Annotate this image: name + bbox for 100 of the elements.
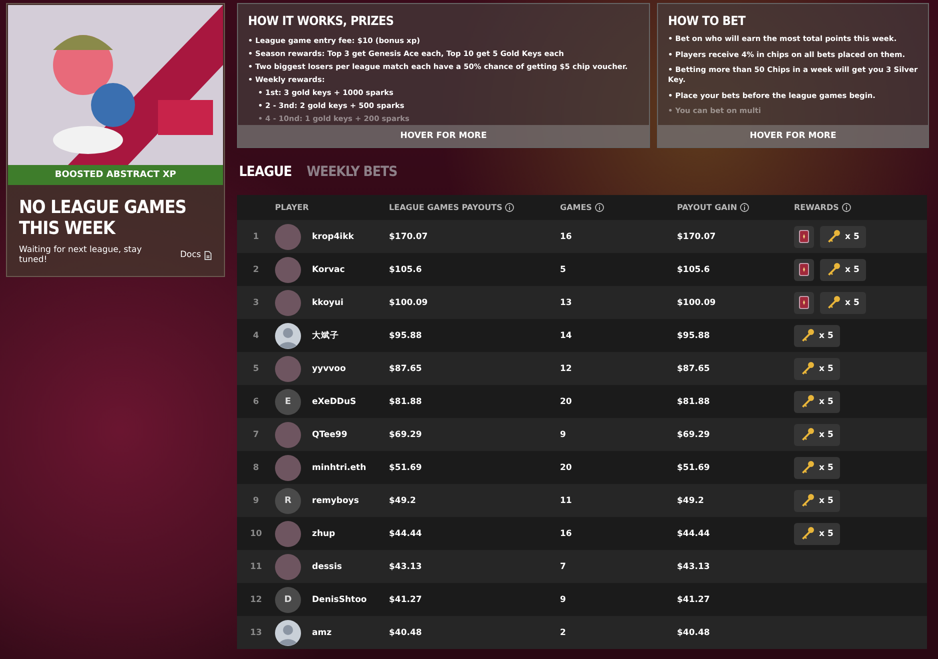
rank-cell-text: 9: [252, 496, 260, 506]
card-icon: [799, 263, 809, 276]
key-icon: [801, 329, 814, 342]
rank-cell-text: 11: [249, 562, 263, 572]
key-icon: [801, 362, 814, 375]
key-icon: [801, 494, 814, 507]
column-header: REWARDS: [794, 203, 839, 212]
key-count: x 5: [819, 462, 834, 472]
payout-cell-text: $43.13: [389, 562, 423, 572]
payout-cell-text: $41.27: [389, 594, 423, 604]
avatar: [275, 454, 301, 480]
rank-cell-text: 3: [252, 298, 260, 308]
gain-cell-text: $100.09: [677, 298, 717, 308]
gain-cell-text: $49.2: [677, 496, 705, 506]
payout-cell-text: $49.2: [389, 496, 417, 506]
avatar: [275, 256, 301, 282]
key-icon: [801, 428, 814, 441]
gain-cell-text: $170.07: [677, 232, 717, 242]
tab[interactable]: LEAGUE: [239, 164, 292, 180]
rank-cell-text: 12: [249, 594, 263, 604]
gain-cell-text: $87.65: [677, 364, 711, 374]
payout-cell-text: $170.07: [389, 232, 429, 242]
player-name: zhup: [312, 528, 336, 538]
key-icon: [801, 527, 814, 540]
rank-cell-text: 4: [252, 330, 260, 340]
gain-cell-text: $69.29: [677, 430, 711, 440]
gain-cell-text: $51.69: [677, 462, 711, 472]
key-count: x 5: [819, 430, 834, 440]
card-title: NO LEAGUE GAMES THIS WEEK: [19, 197, 188, 239]
payout-cell-text: $95.88: [389, 330, 423, 340]
avatar: [275, 520, 301, 546]
games-cell-text: 16: [560, 232, 573, 242]
games-cell-text: 11: [560, 496, 573, 506]
info-icon: [740, 203, 750, 212]
tab[interactable]: WEEKLY BETS: [306, 164, 398, 180]
key-icon: [827, 230, 840, 243]
letter-avatar: R: [275, 488, 301, 514]
document-icon: [204, 250, 212, 260]
games-cell-text: 20: [560, 462, 573, 472]
hover-for-more-bar[interactable]: HOVER FOR MORE: [658, 125, 928, 147]
player-name: DenisShtoo: [312, 594, 367, 604]
hover-for-more-bar[interactable]: HOVER FOR MORE: [238, 125, 649, 147]
docs-link[interactable]: Docs: [180, 250, 212, 260]
key-count: x 5: [845, 264, 860, 274]
info-icon: [842, 203, 851, 212]
gain-cell-text: $41.27: [677, 594, 711, 604]
games-cell-text: 20: [560, 396, 573, 406]
player-name: remyboys: [312, 496, 359, 506]
key-count: x 5: [819, 330, 834, 340]
player-name: yyvvoo: [312, 364, 346, 374]
rank-cell-text: 7: [252, 430, 260, 440]
status-message: Waiting for next league, stay tuned!: [19, 245, 143, 265]
games-cell-text: 5: [560, 264, 567, 274]
gain-cell-text: $43.13: [677, 562, 711, 572]
gain-cell-text: $95.88: [677, 330, 711, 340]
gain-cell-text: $105.6: [677, 264, 711, 274]
gain-cell-text: $44.44: [677, 528, 711, 538]
letter-avatar: E: [275, 388, 301, 414]
gain-cell-text: $81.88: [677, 396, 711, 406]
column-header: LEAGUE GAMES PAYOUTS: [389, 203, 502, 212]
rank-cell-text: 2: [252, 264, 260, 274]
key-icon: [801, 461, 814, 474]
avatar: [275, 422, 301, 448]
card-icon: [799, 296, 809, 309]
key-count: x 5: [819, 396, 834, 406]
games-cell-text: 14: [560, 330, 573, 340]
boosted-xp-banner: BOOSTED ABSTRACT XP: [8, 165, 223, 185]
games-cell-text: 16: [560, 528, 573, 538]
payout-cell-text: $100.09: [389, 298, 429, 308]
games-cell-text: 9: [560, 430, 567, 440]
default-avatar-icon: [275, 322, 301, 348]
player-name: dessis: [312, 562, 342, 572]
games-cell-text: 9: [560, 594, 567, 604]
key-count: x 5: [819, 496, 834, 506]
games-cell-text: 2: [560, 628, 567, 638]
player-name: eXeDDuS: [312, 396, 356, 406]
games-cell-text: 12: [560, 364, 573, 374]
avatar: [275, 290, 301, 316]
payout-cell-text: $105.6: [389, 264, 423, 274]
payout-cell-text: $51.69: [389, 462, 423, 472]
key-count: x 5: [845, 298, 860, 308]
payout-cell-text: $69.29: [389, 430, 423, 440]
rank-cell-text: 5: [252, 364, 260, 374]
key-count: x 5: [845, 232, 860, 242]
panel-title: HOW TO BET: [668, 13, 747, 28]
payout-cell-text: $81.88: [389, 396, 423, 406]
panel-title: HOW IT WORKS, PRIZES: [248, 13, 395, 28]
column-header: PLAYER: [275, 203, 309, 212]
player-name: 大斌子: [312, 330, 339, 342]
payout-cell-text: $87.65: [389, 364, 423, 374]
column-header: GAMES: [560, 203, 592, 212]
games-cell-text: 13: [560, 298, 573, 308]
player-name: QTee99: [312, 430, 348, 440]
games-cell-text: 7: [560, 562, 567, 572]
key-icon: [827, 296, 840, 309]
letter-avatar: D: [275, 586, 301, 612]
card-icon: [799, 230, 809, 243]
key-icon: [801, 395, 814, 408]
rank-cell-text: 13: [249, 628, 263, 638]
gain-cell-text: $40.48: [677, 628, 711, 638]
